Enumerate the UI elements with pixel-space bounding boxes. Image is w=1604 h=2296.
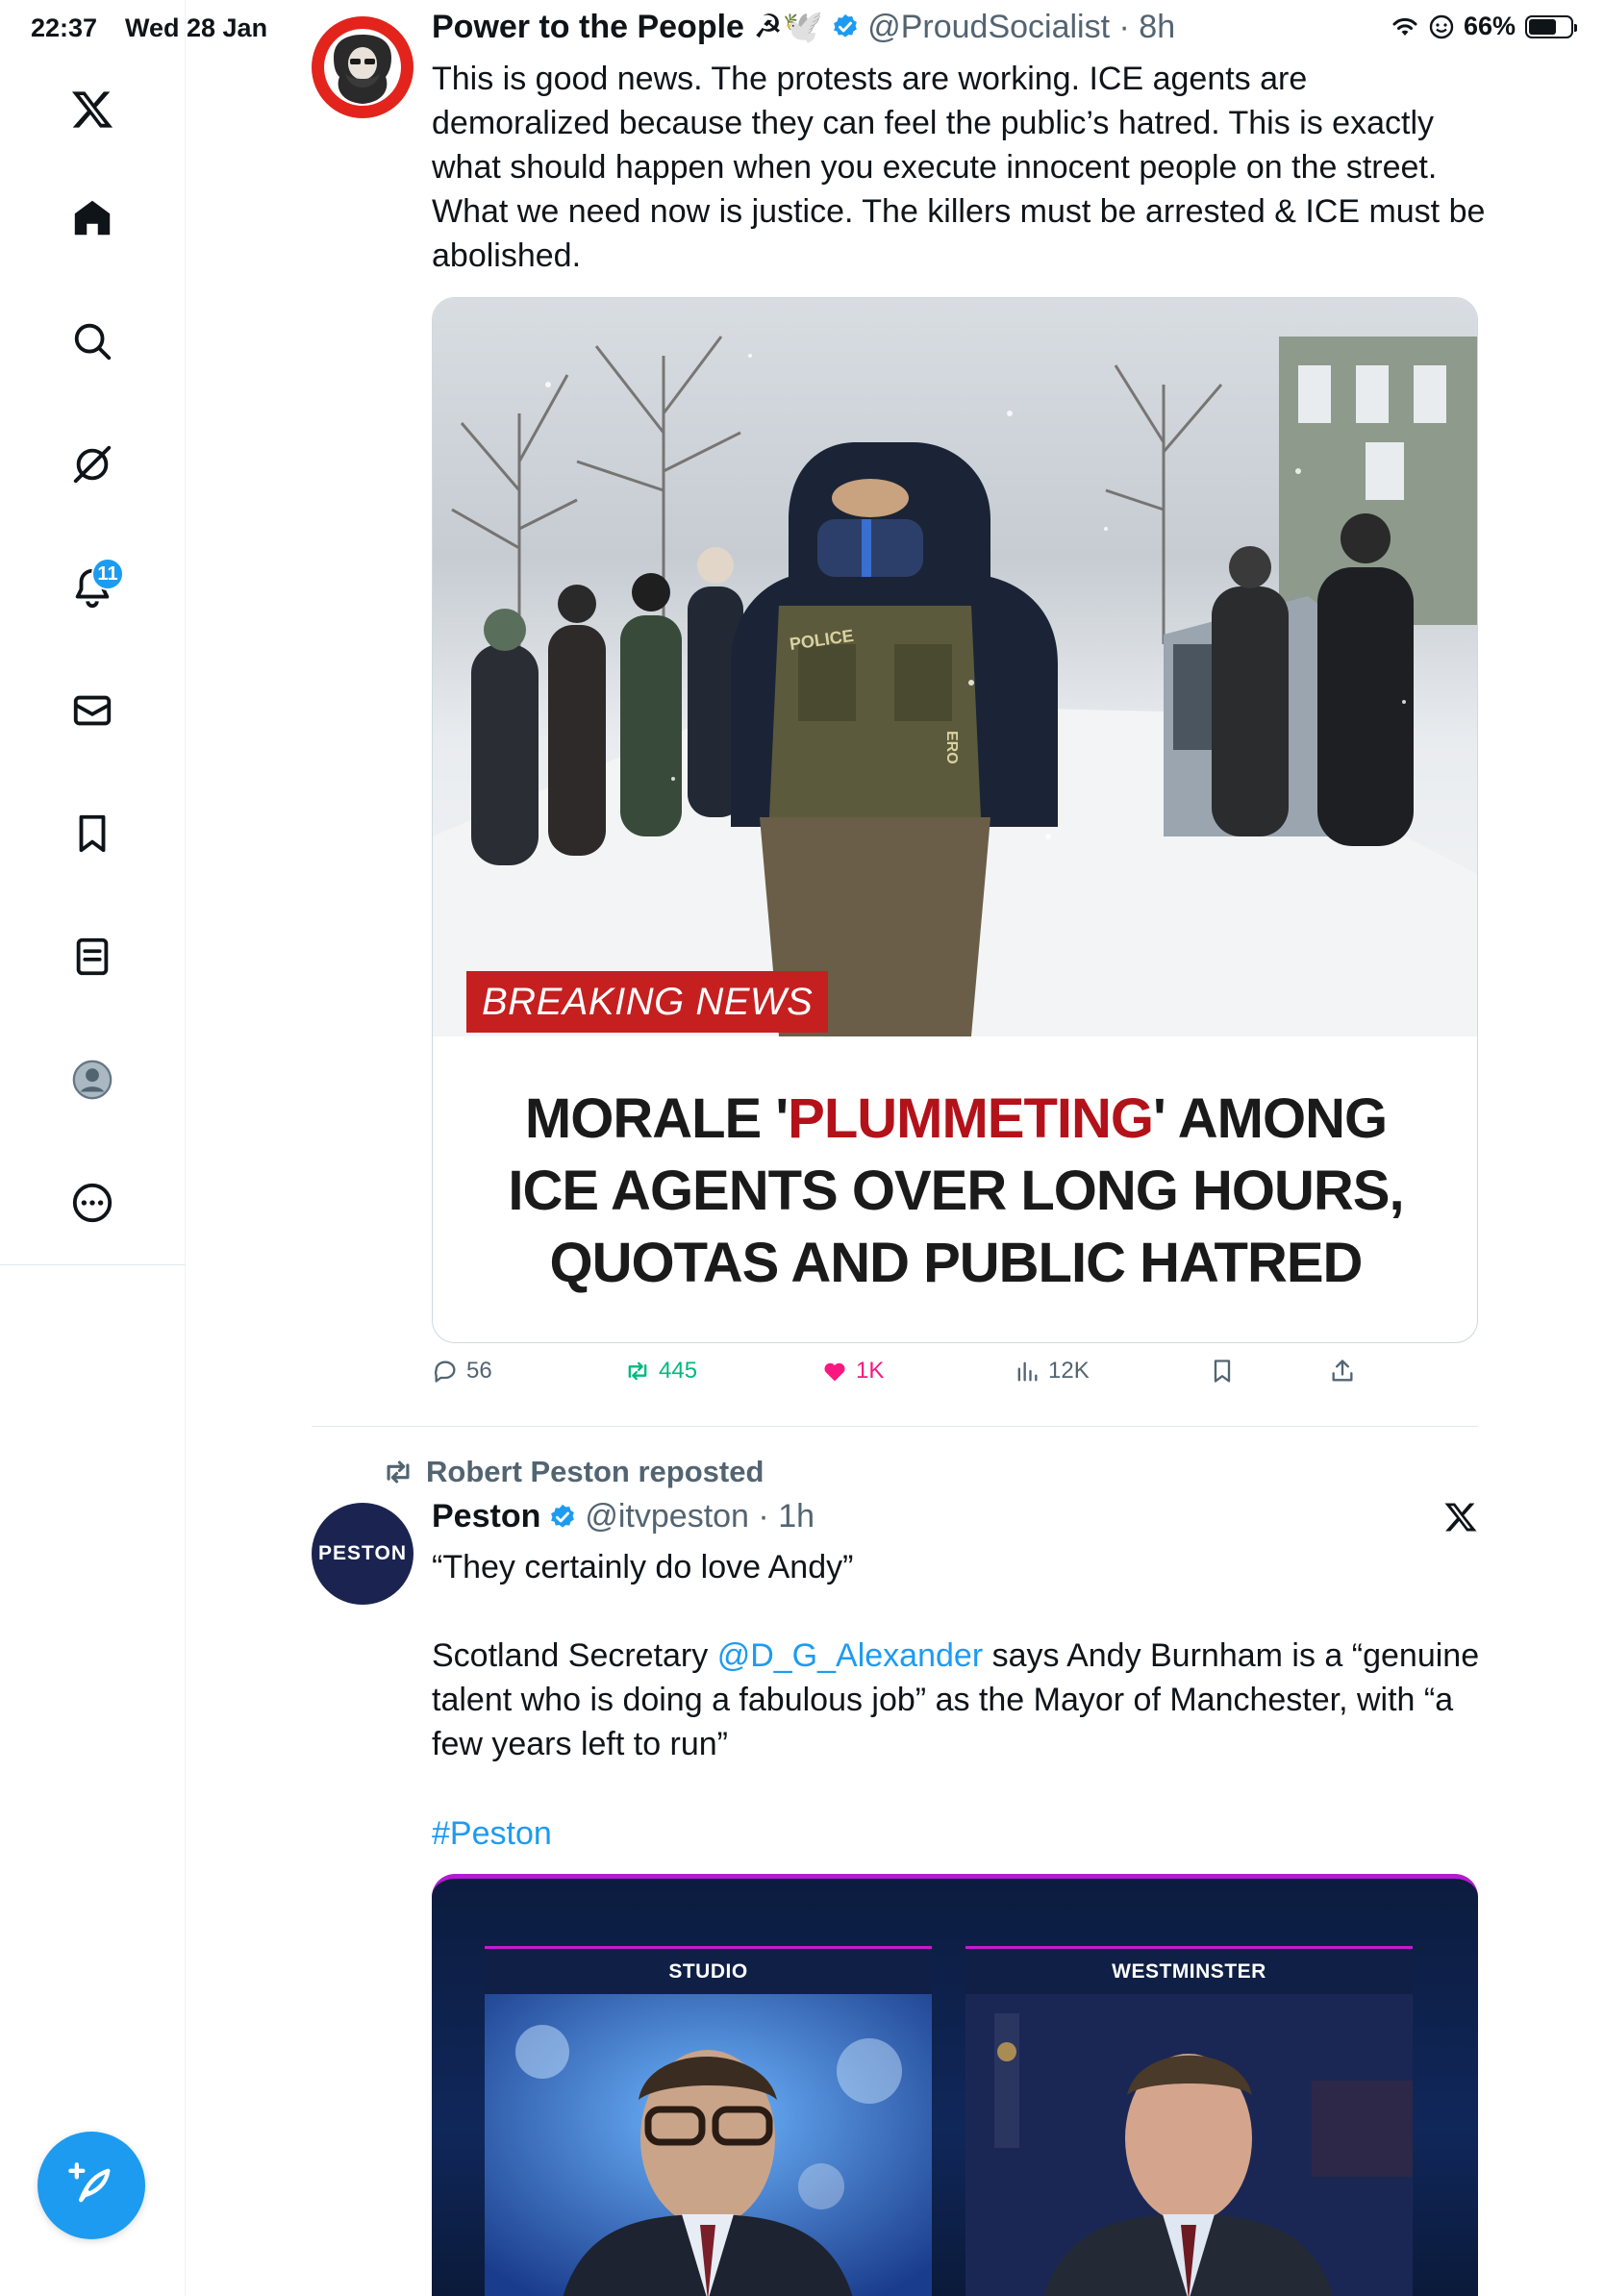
heart-icon: [824, 1362, 845, 1382]
tweet-action-bar: 56 445 1K 12K: [432, 1358, 1393, 1396]
sidebar-divider: [0, 1264, 186, 1265]
focus-smiley-icon: [1429, 14, 1454, 38]
repost-indicator[interactable]: Robert Peston reposted: [382, 1455, 764, 1489]
home-icon[interactable]: [61, 187, 124, 250]
mail-icon[interactable]: [61, 679, 124, 742]
bookmark-icon: [1214, 1360, 1231, 1383]
bookmark-icon[interactable]: [61, 802, 124, 865]
tweet-divider: [312, 1426, 1478, 1427]
views-icon: [1017, 1361, 1038, 1382]
search-icon[interactable]: [61, 310, 124, 373]
compose-feather-icon: [68, 2162, 111, 2203]
author-handle[interactable]: @itvpeston: [585, 1498, 749, 1535]
vest-tag-label: ERO: [943, 731, 960, 764]
mention-link[interactable]: @D_G_Alexander: [717, 1637, 983, 1674]
tweet-media-video[interactable]: STUDIO WESTMINSTER: [432, 1874, 1478, 2296]
tweet-time[interactable]: 1h: [778, 1498, 815, 1535]
tweet-header: Peston @itvpeston · 1h: [432, 1498, 815, 1535]
list-icon[interactable]: [61, 925, 124, 988]
x-logo-icon[interactable]: [1443, 1500, 1478, 1535]
hashtag-link[interactable]: #Peston: [432, 1811, 552, 1856]
headline-part1: MORALE ': [524, 1086, 789, 1150]
grok-icon[interactable]: [61, 433, 124, 496]
breaking-news-banner: BREAKING NEWS: [466, 971, 829, 1033]
wifi-icon: [1392, 17, 1417, 36]
verified-badge-icon: [551, 1504, 575, 1528]
westminster-image: [965, 1994, 1413, 2296]
share-icon: [1332, 1360, 1353, 1382]
headline-red-word: PLUMMETING: [788, 1086, 1154, 1150]
battery-percent: 66%: [1463, 12, 1516, 40]
tweet-time[interactable]: 8h: [1139, 9, 1175, 46]
headline-line-1: MORALE 'PLUMMETING' AMONG: [524, 1083, 1388, 1155]
battery-fill: [1529, 18, 1556, 35]
author-handle[interactable]: @ProudSocialist: [867, 9, 1110, 46]
repost-icon: [387, 1460, 410, 1484]
reply-icon: [434, 1360, 456, 1383]
battery-icon: [1525, 14, 1577, 38]
author-name[interactable]: Power to the People ☭🕊️: [432, 8, 823, 46]
studio-image: [485, 1994, 932, 2296]
separator-dot: ·: [748, 1498, 779, 1535]
bookmark-button[interactable]: [1209, 1358, 1236, 1385]
tweet-text: This is good news. The protests are work…: [432, 61, 1486, 274]
headline-part2: ' AMONG: [1153, 1086, 1388, 1150]
notifications-icon[interactable]: 11: [61, 556, 124, 619]
tweet-header: Power to the People ☭🕊️ @ProudSocialist …: [432, 8, 1175, 46]
reply-button[interactable]: 56: [432, 1358, 492, 1385]
x-logo-icon[interactable]: [61, 78, 124, 141]
avatar-portrait: [324, 29, 401, 106]
studio-label: STUDIO: [485, 1946, 932, 1994]
westminster-panel: WESTMINSTER: [965, 1946, 1413, 2296]
status-indicators: 66%: [1391, 12, 1577, 41]
sidebar: 11: [0, 0, 186, 2296]
repost-button[interactable]: 445: [624, 1358, 697, 1385]
avatar-text: PESTON: [318, 1542, 407, 1564]
tweet-text: Scotland Secretary @D_G_Alexander says A…: [432, 1634, 1490, 1766]
avatar[interactable]: PESTON: [312, 1503, 414, 1605]
studio-panel: STUDIO: [485, 1946, 932, 2296]
news-headline: MORALE 'PLUMMETING' AMONG ICE AGENTS OVE…: [433, 1036, 1477, 1342]
share-button[interactable]: [1329, 1358, 1356, 1385]
tweet-media-card[interactable]: POLICE ERO BREAKING NEWS MORALE 'PLUMMET…: [432, 297, 1478, 1343]
headline-line-2: ICE AGENTS OVER LONG HOURS,: [508, 1159, 1404, 1222]
author-name[interactable]: Peston: [432, 1498, 540, 1535]
like-count: 1K: [856, 1358, 885, 1384]
views-count: 12K: [1048, 1358, 1090, 1384]
notifications-badge: 11: [91, 558, 124, 590]
verified-badge-icon: [834, 13, 858, 37]
news-photo: POLICE ERO: [433, 298, 1477, 1036]
compose-button[interactable]: [38, 2132, 145, 2239]
like-button[interactable]: 1K: [821, 1358, 884, 1385]
views-button[interactable]: 12K: [1014, 1358, 1090, 1385]
headline-line-3: QUOTAS AND PUBLIC HATRED: [549, 1231, 1364, 1294]
separator-dot: ·: [1110, 8, 1140, 45]
tweet-quote-line: “They certainly do love Andy”: [432, 1549, 854, 1585]
tweet-text-start: Scotland Secretary: [432, 1637, 717, 1674]
profile-icon[interactable]: [61, 1048, 124, 1111]
westminster-label: WESTMINSTER: [965, 1946, 1413, 1994]
avatar[interactable]: [312, 16, 414, 118]
repost-label: Robert Peston reposted: [426, 1455, 764, 1488]
repost-count: 445: [659, 1358, 698, 1384]
repost-icon: [628, 1361, 647, 1381]
reply-count: 56: [466, 1358, 492, 1384]
more-icon[interactable]: [61, 1171, 124, 1235]
